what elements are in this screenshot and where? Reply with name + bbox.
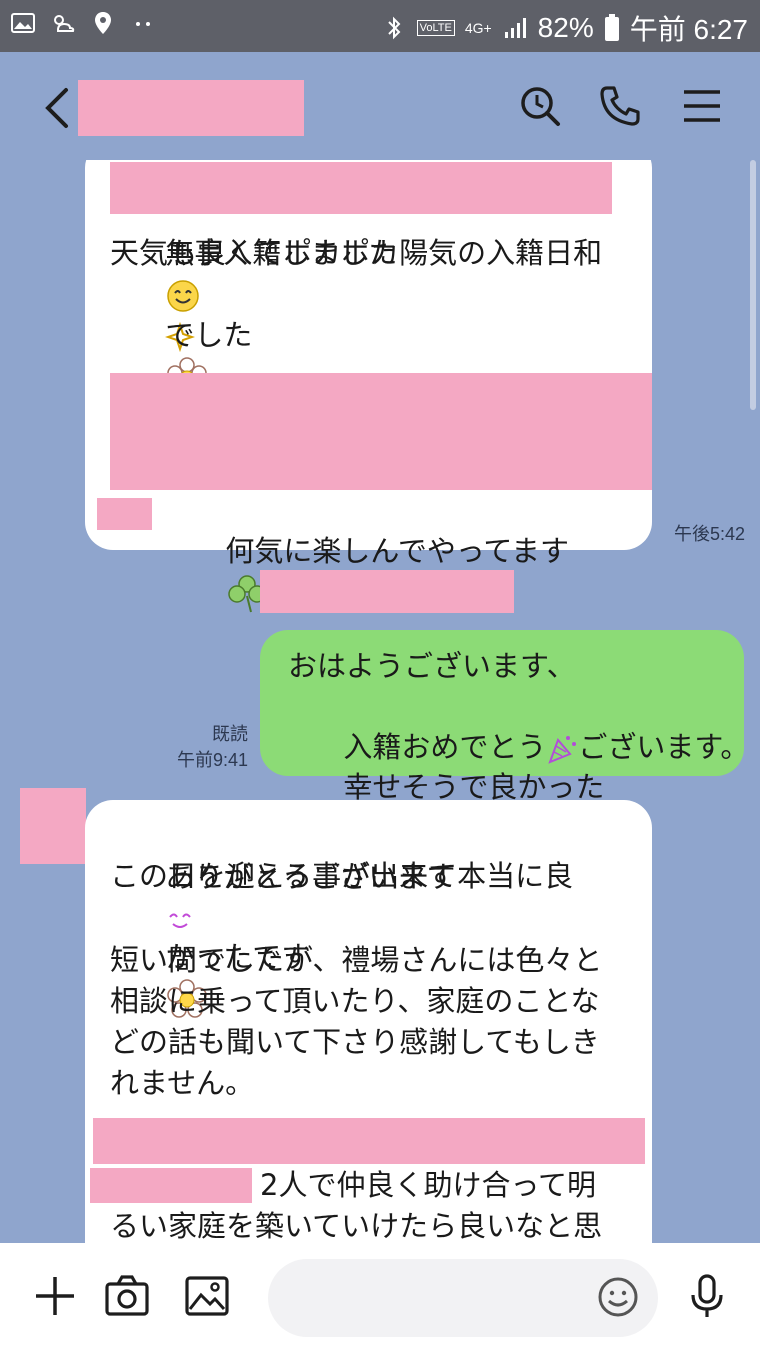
contact-name-redacted bbox=[78, 80, 304, 136]
incoming-message-bubble[interactable]: 無事入籍しました 天気も良くてポカポカ陽気の入籍日和 でした 何気に楽しんでやっ… bbox=[85, 160, 652, 613]
weather-notification-icon bbox=[54, 15, 75, 32]
outgoing-message-bubble[interactable]: おはようございます、 入籍おめでとう ございます。 幸せそうで良かった bbox=[260, 630, 749, 846]
location-icon bbox=[95, 12, 111, 34]
volte-label: VoLTE bbox=[416, 20, 455, 36]
signal-icon bbox=[504, 18, 526, 38]
message-line: この日を迎える事が出来て本当に良 bbox=[110, 859, 574, 893]
status-left-icons bbox=[10, 10, 156, 36]
message-time: 午前9:41 bbox=[176, 750, 248, 770]
search-history-icon[interactable] bbox=[518, 84, 562, 128]
battery-percent: 82% bbox=[537, 12, 594, 43]
menu-icon[interactable] bbox=[680, 84, 724, 128]
bluetooth-icon bbox=[387, 16, 401, 40]
clock: 午前 6:27 bbox=[629, 14, 748, 45]
date-separator-redacted bbox=[260, 570, 514, 613]
gallery-notification-icon bbox=[11, 13, 35, 33]
microphone-icon[interactable] bbox=[684, 1273, 730, 1319]
read-receipt: 既読 bbox=[212, 724, 248, 744]
battery-icon bbox=[604, 14, 619, 41]
image-icon[interactable] bbox=[184, 1273, 230, 1319]
message-input-bar bbox=[0, 1243, 760, 1351]
scrollbar[interactable] bbox=[750, 160, 756, 410]
more-notifications-icon bbox=[136, 22, 150, 26]
message-line: 2人で仲良く助け合って明 bbox=[260, 1168, 597, 1202]
message-line: るい家庭を築いていけたら良いなと思 bbox=[110, 1209, 603, 1243]
redacted-text bbox=[97, 498, 152, 530]
chat-header bbox=[0, 52, 760, 160]
plus-icon[interactable] bbox=[32, 1273, 78, 1319]
status-right: VoLTE 4G+ 82% 午前 6:27 bbox=[381, 8, 748, 48]
emoji-sticker-icon[interactable] bbox=[596, 1275, 640, 1319]
message-time: 午後5:42 bbox=[673, 524, 745, 544]
message-line: 短い間でしたが、禮場さんには色々と bbox=[110, 943, 603, 977]
chat-area[interactable]: 無事入籍しました 天気も良くてポカポカ陽気の入籍日和 でした 何気に楽しんでやっ… bbox=[0, 160, 760, 1243]
back-chevron-icon[interactable] bbox=[38, 86, 78, 130]
phone-icon[interactable] bbox=[598, 84, 642, 128]
network-label: 4G+ bbox=[464, 20, 492, 36]
message-line: どの話も聞いて下さり感謝してもしき bbox=[110, 1025, 600, 1059]
message-line: 相談に乗って頂いたり、家庭のことな bbox=[110, 984, 600, 1018]
redacted-text bbox=[93, 1118, 645, 1164]
incoming-message-bubble[interactable]: ありがとうございます この日を迎える事が出来て本当に良 かったです 短い間でした… bbox=[85, 800, 652, 1243]
message-line: 天気も良くてポカポカ陽気の入籍日和 bbox=[110, 236, 603, 270]
message-line: おはようございます、 bbox=[288, 649, 576, 683]
avatar-redacted[interactable] bbox=[20, 788, 86, 864]
redacted-text bbox=[90, 1168, 252, 1203]
camera-icon[interactable] bbox=[104, 1273, 150, 1319]
message-line: れません。 bbox=[110, 1066, 255, 1100]
status-bar: VoLTE 4G+ 82% 午前 6:27 bbox=[0, 0, 760, 52]
redacted-text bbox=[110, 373, 652, 490]
